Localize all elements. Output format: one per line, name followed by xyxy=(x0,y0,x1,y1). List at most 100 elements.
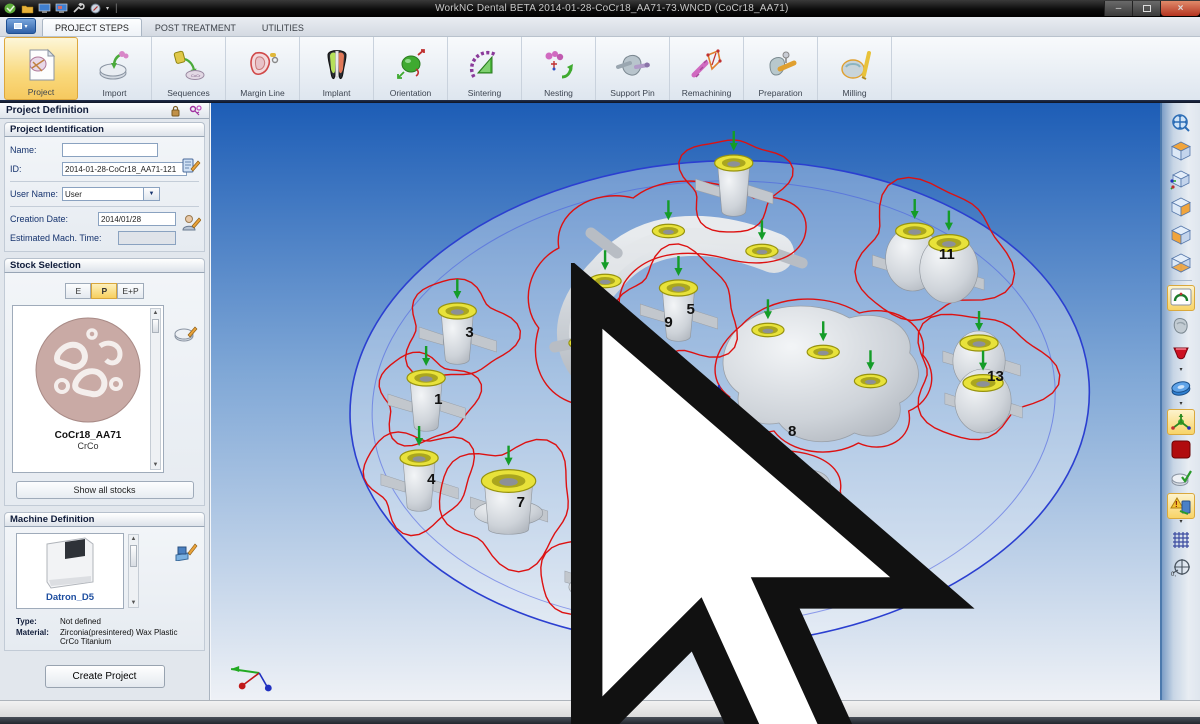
sintering-icon xyxy=(466,47,504,85)
ribbon-button-implant[interactable]: Implant xyxy=(300,37,374,100)
ribbon-label: Remachining xyxy=(682,88,732,98)
sequences-icon: CoCr xyxy=(170,47,208,85)
compass-icon[interactable] xyxy=(89,3,102,14)
user-dropdown-button[interactable]: ▼ xyxy=(144,187,160,201)
origin-axes-icon[interactable] xyxy=(1167,409,1195,435)
ribbon-button-project[interactable]: Project xyxy=(4,37,78,100)
maximize-button[interactable] xyxy=(1132,1,1160,16)
view-cube-bottom-icon[interactable] xyxy=(1167,250,1195,276)
close-button[interactable]: × xyxy=(1160,1,1200,16)
application-menu-button[interactable]: ▾ xyxy=(6,18,36,34)
name-input[interactable] xyxy=(62,143,158,157)
nesting-icon xyxy=(540,47,578,85)
crown-dropdown-caret[interactable]: ▾ xyxy=(1179,368,1182,374)
show-all-stocks-button[interactable]: Show all stocks xyxy=(16,481,194,499)
ribbon-button-remachining[interactable]: Remachining xyxy=(670,37,744,100)
stock-disc-dropdown-caret[interactable]: ▾ xyxy=(1179,402,1182,408)
tooth-icon[interactable] xyxy=(1167,313,1195,339)
zoom-pan-icon[interactable] xyxy=(1167,110,1195,136)
qat-dropdown-caret[interactable]: ▾ xyxy=(106,5,109,12)
ribbon-button-support-pin[interactable]: Support Pin xyxy=(596,37,670,100)
stock-tab-e[interactable]: E xyxy=(65,283,91,299)
machine-name: Datron_D5 xyxy=(17,592,123,603)
stock-material: CrCo xyxy=(13,441,163,451)
monitor-2-icon[interactable] xyxy=(55,3,68,14)
ribbon-button-preparation[interactable]: Preparation xyxy=(744,37,818,100)
identification-title: Project Identification xyxy=(10,124,104,135)
machine-origin-label: Machine Origin xyxy=(661,398,722,408)
machine-scrollbar[interactable]: ▲▼ xyxy=(128,534,139,608)
ribbon-toolbar: Project Import CoCr Sequences Margin Lin… xyxy=(0,37,1200,100)
tab-project-steps[interactable]: PROJECT STEPS xyxy=(42,18,142,36)
collision-check-icon[interactable]: ! xyxy=(1167,493,1195,519)
create-project-button[interactable]: Create Project xyxy=(45,665,165,688)
wrench-icon[interactable] xyxy=(72,3,85,14)
stock-tab-p[interactable]: P xyxy=(91,283,117,299)
machine-list[interactable]: Datron_D5 ▲▼ xyxy=(16,533,124,609)
part-number-label: 5 xyxy=(687,301,695,318)
stock-list[interactable]: CoCr18_AA71 CrCo ▲▼ xyxy=(12,305,164,473)
stock-section: E P E+P CoCr18_AA71 CrCo ▲▼ Sho xyxy=(4,273,205,506)
arch-view-icon[interactable] xyxy=(1167,285,1195,311)
creation-date-label: Creation Date: xyxy=(10,214,98,224)
ribbon-button-nesting[interactable]: Nesting xyxy=(522,37,596,100)
ribbon-button-sequences[interactable]: CoCr Sequences xyxy=(152,37,226,100)
view-toolbar: ▾ ▾ ! ▾ 0, xyxy=(1160,103,1200,700)
tab-utilities[interactable]: UTILITIES xyxy=(249,18,317,36)
collision-dropdown-caret[interactable]: ▾ xyxy=(1179,520,1182,526)
part-number-label: 6 xyxy=(611,568,619,585)
minimize-button[interactable]: – xyxy=(1104,1,1132,16)
ribbon-button-margin-line[interactable]: Margin Line xyxy=(226,37,300,100)
status-bar xyxy=(0,700,1200,717)
view-cube-axes-icon[interactable] xyxy=(1167,166,1195,192)
grid-icon[interactable] xyxy=(1167,527,1195,553)
stock-disc-icon[interactable] xyxy=(1167,375,1195,401)
nested-part-8[interactable]: 8 xyxy=(788,423,796,440)
edit-stock-icon[interactable] xyxy=(174,325,198,343)
ribbon-button-milling[interactable]: Milling xyxy=(818,37,892,100)
user-name-label: User Name: xyxy=(10,189,62,199)
monitor-icon[interactable] xyxy=(38,3,51,14)
milling-icon xyxy=(836,47,874,85)
part-number-label: 1 xyxy=(434,391,442,408)
edit-user-icon[interactable] xyxy=(181,213,201,233)
type-label: Type: xyxy=(16,617,60,626)
view-cube-right-icon[interactable] xyxy=(1167,194,1195,220)
user-name-value[interactable] xyxy=(62,187,144,201)
support-pin-icon xyxy=(614,47,652,85)
keys-icon[interactable] xyxy=(189,105,203,117)
ribbon-label: Preparation xyxy=(759,88,803,98)
implant-icon xyxy=(318,47,356,85)
maximize-glyph xyxy=(1143,5,1151,12)
ribbon-button-import[interactable]: Import xyxy=(78,37,152,100)
type-value: Not defined xyxy=(60,617,101,626)
open-folder-icon[interactable] xyxy=(21,3,34,14)
measure-icon[interactable]: 0, xyxy=(1167,555,1195,581)
disc-check-icon[interactable] xyxy=(1167,465,1195,491)
part-number-label: 8 xyxy=(788,423,796,440)
part-number-label: 3 xyxy=(465,324,473,341)
id-input[interactable] xyxy=(62,162,187,176)
stock-tab-ep[interactable]: E+P xyxy=(117,283,143,299)
edit-machine-icon[interactable] xyxy=(174,541,198,561)
worknc-logo-icon[interactable] xyxy=(4,3,17,14)
lock-icon[interactable] xyxy=(170,105,181,117)
edit-id-icon[interactable] xyxy=(181,155,201,175)
material-label: Material: xyxy=(16,628,60,646)
view-cube-iso-icon[interactable] xyxy=(1167,138,1195,164)
ribbon-label: Sequences xyxy=(167,88,210,98)
view-cube-front-icon[interactable] xyxy=(1167,222,1195,248)
part-number-label: 9 xyxy=(664,314,672,331)
stock-section-header: Stock Selection xyxy=(4,258,205,273)
crown-red-icon[interactable] xyxy=(1167,341,1195,367)
project-icon xyxy=(22,46,60,84)
tab-post-treatment[interactable]: POST TREATMENT xyxy=(142,18,249,36)
creation-date-input[interactable] xyxy=(98,212,176,226)
stock-scrollbar[interactable]: ▲▼ xyxy=(150,308,161,470)
3d-viewport[interactable]: 314765981113 Machine Origin xyxy=(210,103,1160,700)
ribbon-tab-row: ▾ PROJECT STEPS POST TREATMENT UTILITIES xyxy=(0,17,1200,37)
stock-color-icon[interactable] xyxy=(1167,437,1195,463)
ribbon-button-orientation[interactable]: Orientation xyxy=(374,37,448,100)
nested-part-9[interactable]: 9 xyxy=(664,314,672,331)
ribbon-button-sintering[interactable]: Sintering xyxy=(448,37,522,100)
